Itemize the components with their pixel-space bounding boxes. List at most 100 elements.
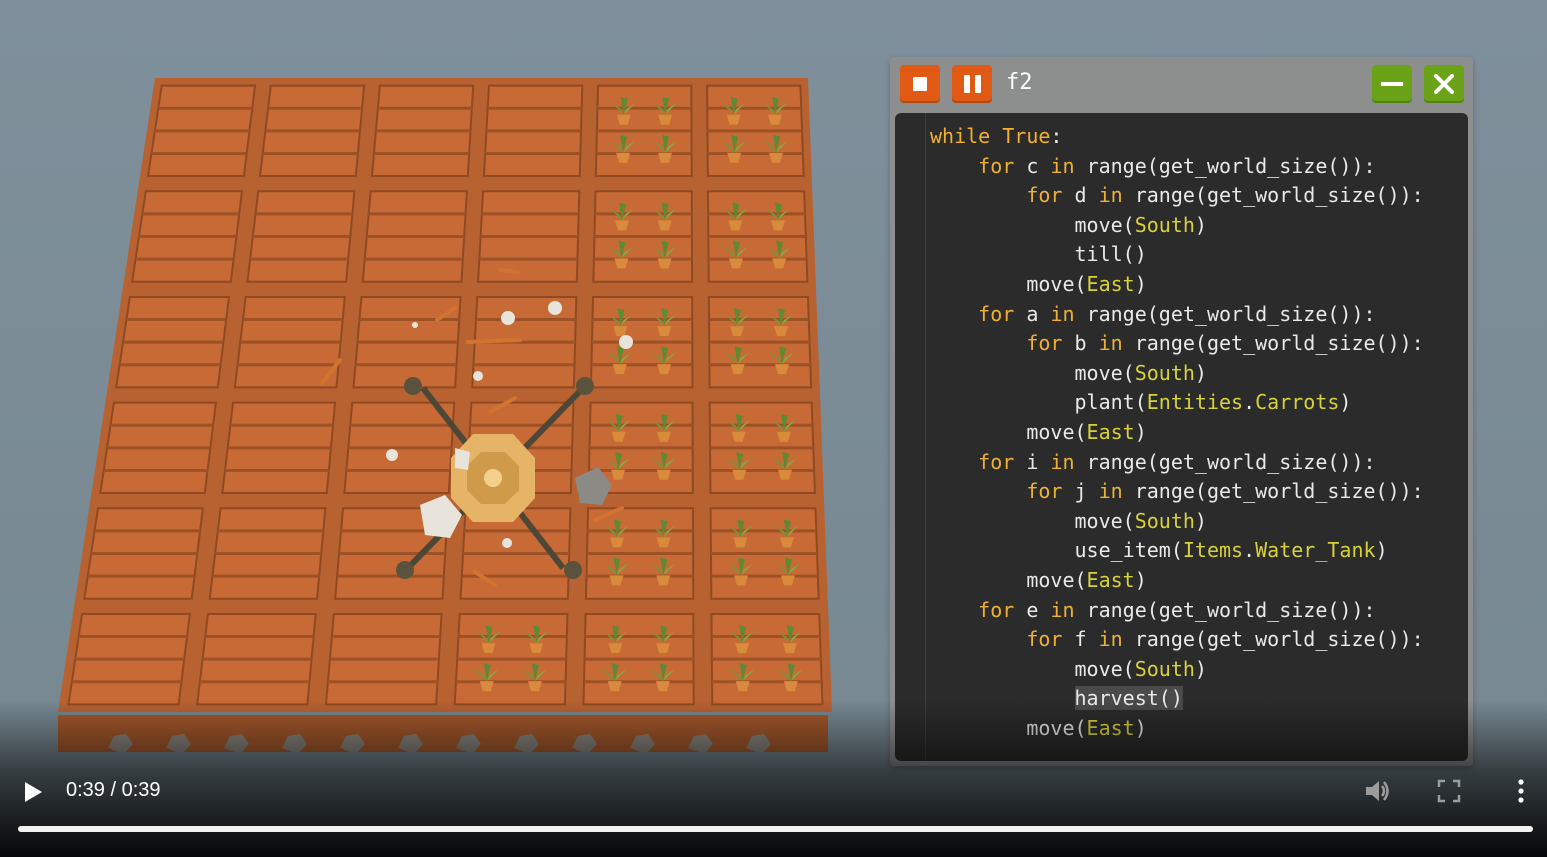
code-token: for [1026, 627, 1075, 652]
code-line: for c in range(get_world_size()): [930, 152, 1424, 182]
code-token: ) [1339, 390, 1352, 415]
code-token: in [1050, 597, 1087, 622]
code-token: ) [1194, 360, 1207, 385]
code-token: . [1243, 390, 1256, 415]
close-icon [1434, 74, 1454, 94]
editor-titlebar: f2 [890, 57, 1473, 113]
code-line: for j in range(get_world_size()): [930, 477, 1424, 507]
code-token: range(get_world_size()): [1134, 479, 1424, 504]
code-token: range(get_world_size()): [1086, 449, 1376, 474]
code-token: range(get_world_size()): [1086, 153, 1376, 178]
code-token: e [1026, 597, 1051, 622]
code-token: b [1074, 331, 1099, 356]
code-line: while True: [930, 122, 1424, 152]
code-line: for f in range(get_world_size()): [930, 625, 1424, 655]
code-line: till() [930, 240, 1424, 270]
code-token: move( [930, 212, 1135, 237]
code-token: move( [930, 508, 1135, 533]
code-line: for i in range(get_world_size()): [930, 448, 1424, 478]
code-token: move( [930, 656, 1135, 681]
code-token: range(get_world_size()): [1086, 597, 1376, 622]
code-token: Water_Tank [1255, 538, 1376, 563]
code-token: ) [1194, 656, 1207, 681]
code-token: ) [1134, 271, 1147, 296]
code-token: range(get_world_size()): [1134, 627, 1424, 652]
fullscreen-icon[interactable] [1436, 778, 1462, 804]
code-token: in [1098, 331, 1135, 356]
play-icon[interactable] [18, 778, 46, 806]
code-token: till() [930, 242, 1147, 267]
code-token: move( [930, 271, 1087, 296]
code-token: in [1050, 153, 1087, 178]
code-token: ) [1375, 538, 1388, 563]
code-line: plant(Entities.Carrots) [930, 388, 1424, 418]
code-token: East [1086, 419, 1135, 444]
code-token: in [1098, 627, 1135, 652]
code-token: plant( [930, 390, 1147, 415]
code-content[interactable]: while True: for c in range(get_world_siz… [930, 122, 1424, 743]
code-token: range(get_world_size()): [1134, 183, 1424, 208]
code-token: for [978, 449, 1027, 474]
code-token: move( [930, 419, 1087, 444]
close-button[interactable] [1424, 65, 1464, 103]
time-display: 0:39 / 0:39 [66, 779, 161, 801]
code-line: move(East) [930, 566, 1424, 596]
code-line: move(South) [930, 359, 1424, 389]
code-token: ) [1134, 567, 1147, 592]
code-token: for [1026, 479, 1075, 504]
code-token: ) [1194, 508, 1207, 533]
code-token: South [1134, 360, 1195, 385]
code-editor-window: f2 while True: for c in range(get_world_… [890, 57, 1473, 766]
volume-icon[interactable] [1362, 776, 1392, 806]
code-token: for [978, 597, 1027, 622]
code-token: Entities [1146, 390, 1244, 415]
code-token: d [1074, 183, 1099, 208]
minimize-icon [1381, 82, 1403, 86]
code-token: c [1026, 153, 1051, 178]
code-token: for [978, 301, 1027, 326]
code-line: move(East) [930, 418, 1424, 448]
video-controls-bar [0, 760, 1547, 857]
code-token: ) [1194, 212, 1207, 237]
code-line: move(South) [930, 211, 1424, 241]
code-token: South [1134, 656, 1195, 681]
code-token: use_item( [930, 538, 1183, 563]
code-token: move( [930, 567, 1087, 592]
video-progress-bar[interactable] [18, 826, 1533, 832]
code-line: for b in range(get_world_size()): [930, 329, 1423, 359]
code-token: f [1074, 627, 1099, 652]
code-token: in [1050, 449, 1087, 474]
code-line: use_item(Items.Water_Tank) [930, 536, 1424, 566]
pause-button[interactable] [952, 65, 992, 103]
code-token: a [1026, 301, 1051, 326]
code-token: in [1050, 301, 1087, 326]
code-text-area[interactable]: while True: for c in range(get_world_siz… [895, 113, 1468, 761]
code-token: range(get_world_size()): [1086, 301, 1376, 326]
minimize-button[interactable] [1372, 65, 1412, 103]
video-progress-fill [18, 826, 1533, 832]
stop-button[interactable] [900, 65, 940, 103]
code-token: Items [1182, 538, 1244, 563]
code-token: j [1074, 479, 1099, 504]
code-token: in [1098, 183, 1135, 208]
code-line: for e in range(get_world_size()): [930, 596, 1424, 626]
code-token: Carrots [1255, 390, 1340, 415]
code-token: for [1026, 331, 1075, 356]
more-options-icon[interactable] [1512, 777, 1530, 805]
code-token: . [1243, 538, 1256, 563]
code-token: while [930, 124, 1003, 148]
code-token: in [1098, 479, 1135, 504]
code-token: East [1086, 271, 1135, 296]
code-token: for [978, 153, 1027, 178]
stop-icon [913, 77, 927, 91]
pause-icon [963, 75, 981, 93]
code-token: South [1134, 212, 1195, 237]
code-token: for [1026, 183, 1075, 208]
code-token: True [1002, 124, 1051, 148]
